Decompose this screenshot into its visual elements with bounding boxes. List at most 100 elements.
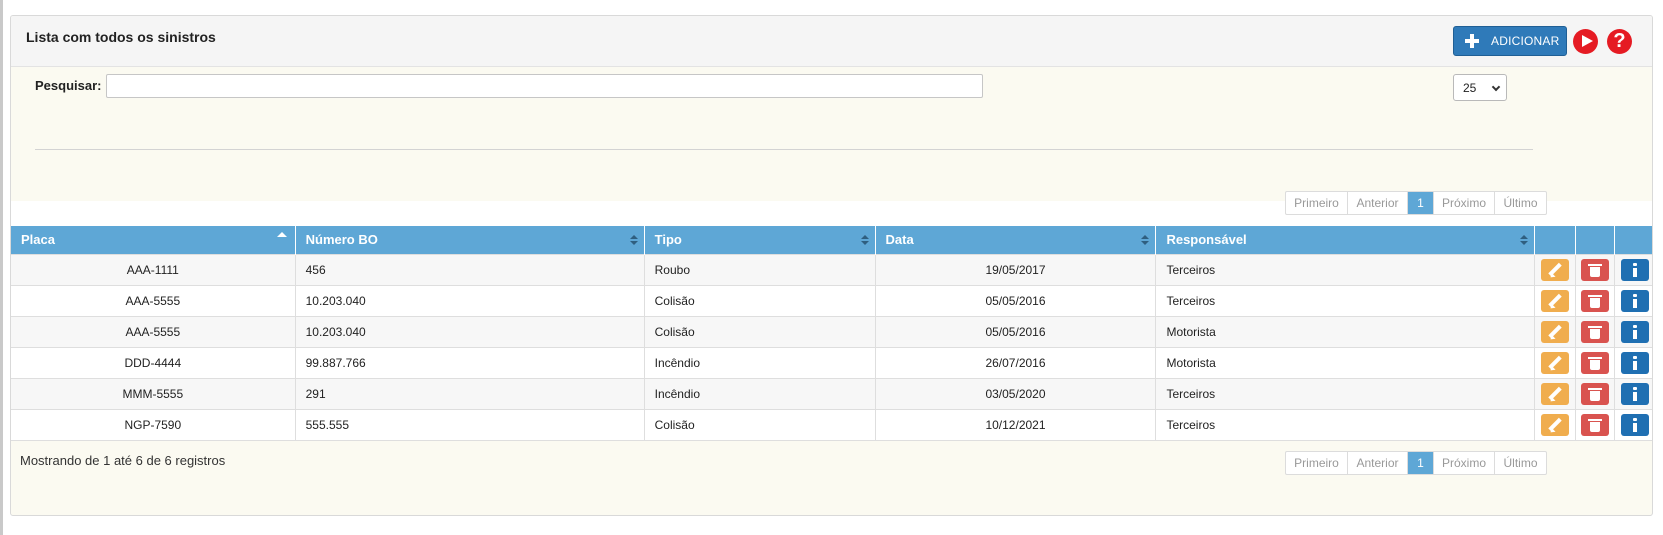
cell-placa: AAA-5555 bbox=[11, 284, 296, 316]
pagination-top: Primeiro Anterior 1 Próximo Último bbox=[1285, 191, 1547, 215]
column-header-label: Tipo bbox=[654, 232, 682, 248]
left-edge bbox=[0, 0, 3, 535]
delete-button[interactable] bbox=[1580, 413, 1609, 436]
cell-responsavel: Motorista bbox=[1155, 346, 1535, 378]
cell-placa: AAA-1111 bbox=[11, 253, 296, 285]
add-button[interactable]: ADICIONAR bbox=[1453, 26, 1567, 56]
cell-delete bbox=[1574, 346, 1615, 378]
divider bbox=[35, 149, 1533, 150]
info-icon bbox=[1621, 321, 1649, 343]
info-button[interactable] bbox=[1620, 413, 1649, 436]
column-header-label: Data bbox=[885, 232, 914, 248]
column-header-responsavel[interactable]: Responsável bbox=[1155, 226, 1535, 254]
info-button[interactable] bbox=[1620, 320, 1649, 343]
cell-delete bbox=[1574, 253, 1615, 285]
cell-delete bbox=[1574, 284, 1615, 316]
cell-responsavel: Motorista bbox=[1155, 315, 1535, 347]
chevron-down-icon bbox=[1491, 82, 1501, 92]
info-icon bbox=[1621, 290, 1649, 312]
pagination-last[interactable]: Último bbox=[1494, 192, 1546, 214]
info-button[interactable] bbox=[1620, 382, 1649, 405]
pagination-page-current[interactable]: 1 bbox=[1407, 452, 1433, 474]
column-header-delete bbox=[1574, 226, 1615, 254]
edit-button[interactable] bbox=[1540, 382, 1569, 405]
cell-numero-bo: 99.887.766 bbox=[294, 346, 645, 378]
column-header-label: Número BO bbox=[305, 232, 378, 248]
panel-header: Lista com todos os sinistros ADICIONAR ? bbox=[11, 16, 1652, 67]
column-header-info bbox=[1614, 226, 1652, 254]
help-icon[interactable]: ? bbox=[1607, 29, 1632, 54]
cell-numero-bo: 10.203.040 bbox=[294, 315, 645, 347]
cell-info bbox=[1614, 408, 1652, 441]
pagination-next[interactable]: Próximo bbox=[1433, 452, 1494, 474]
column-header-numero-bo[interactable]: Número BO bbox=[294, 226, 645, 254]
pagination-first[interactable]: Primeiro bbox=[1286, 452, 1347, 474]
cell-info bbox=[1614, 253, 1652, 285]
pagination-previous[interactable]: Anterior bbox=[1347, 452, 1407, 474]
table-row: DDD-4444 99.887.766 Incêndio 26/07/2016 … bbox=[11, 346, 1652, 378]
edit-button[interactable] bbox=[1540, 258, 1569, 281]
cell-delete bbox=[1574, 408, 1615, 441]
edit-button[interactable] bbox=[1540, 289, 1569, 312]
cell-tipo: Roubo bbox=[643, 253, 876, 285]
cell-responsavel: Terceiros bbox=[1155, 253, 1535, 285]
cell-placa: AAA-5555 bbox=[11, 315, 296, 347]
sort-icon bbox=[1141, 235, 1150, 245]
table-row: NGP-7590 555.555 Colisão 10/12/2021 Terc… bbox=[11, 408, 1652, 441]
info-button[interactable] bbox=[1620, 258, 1649, 281]
cell-delete bbox=[1574, 315, 1615, 347]
column-header-placa[interactable]: Placa bbox=[11, 226, 296, 254]
cell-tipo: Colisão bbox=[643, 408, 876, 441]
cell-info bbox=[1614, 284, 1652, 316]
column-header-edit bbox=[1534, 226, 1576, 254]
add-button-label: ADICIONAR bbox=[1491, 34, 1560, 48]
sort-icon bbox=[860, 235, 869, 245]
column-header-tipo[interactable]: Tipo bbox=[643, 226, 876, 254]
cell-data: 03/05/2020 bbox=[874, 377, 1156, 409]
search-label: Pesquisar: bbox=[35, 78, 102, 93]
cell-info bbox=[1614, 346, 1652, 378]
pencil-icon bbox=[1541, 321, 1569, 343]
edit-button[interactable] bbox=[1540, 320, 1569, 343]
table-row: AAA-5555 10.203.040 Colisão 05/05/2016 M… bbox=[11, 315, 1652, 347]
column-header-data[interactable]: Data bbox=[874, 226, 1156, 254]
pagination-next[interactable]: Próximo bbox=[1433, 192, 1494, 214]
cell-numero-bo: 456 bbox=[294, 253, 645, 285]
pagination-page-current[interactable]: 1 bbox=[1407, 192, 1433, 214]
sort-icon bbox=[629, 235, 638, 245]
cell-data: 05/05/2016 bbox=[874, 284, 1156, 316]
cell-edit bbox=[1534, 284, 1576, 316]
cell-data: 19/05/2017 bbox=[874, 253, 1156, 285]
pagination-first[interactable]: Primeiro bbox=[1286, 192, 1347, 214]
play-icon[interactable] bbox=[1573, 29, 1598, 54]
pencil-icon bbox=[1541, 352, 1569, 374]
page-size-value: 25 bbox=[1463, 80, 1477, 95]
page-size-select[interactable]: 25 bbox=[1453, 74, 1507, 101]
sort-icon bbox=[1520, 235, 1529, 245]
info-icon bbox=[1621, 383, 1649, 405]
cell-tipo: Colisão bbox=[643, 284, 876, 316]
cell-delete bbox=[1574, 377, 1615, 409]
sort-asc-icon bbox=[276, 232, 287, 237]
cell-placa: NGP-7590 bbox=[11, 408, 296, 441]
pagination-last[interactable]: Último bbox=[1494, 452, 1546, 474]
search-input[interactable] bbox=[106, 74, 983, 98]
delete-button[interactable] bbox=[1580, 320, 1609, 343]
page-title: Lista com todos os sinistros bbox=[26, 29, 216, 45]
info-icon bbox=[1621, 414, 1649, 436]
cell-edit bbox=[1534, 253, 1576, 285]
info-icon bbox=[1621, 352, 1649, 374]
cell-tipo: Incêndio bbox=[643, 377, 876, 409]
info-button[interactable] bbox=[1620, 351, 1649, 374]
table-row: AAA-1111 456 Roubo 19/05/2017 Terceiros bbox=[11, 253, 1652, 285]
delete-button[interactable] bbox=[1580, 258, 1609, 281]
delete-button[interactable] bbox=[1580, 351, 1609, 374]
info-button[interactable] bbox=[1620, 289, 1649, 312]
edit-button[interactable] bbox=[1540, 413, 1569, 436]
delete-button[interactable] bbox=[1580, 382, 1609, 405]
delete-button[interactable] bbox=[1580, 289, 1609, 312]
cell-placa: DDD-4444 bbox=[11, 346, 296, 378]
cell-numero-bo: 555.555 bbox=[294, 408, 645, 441]
edit-button[interactable] bbox=[1540, 351, 1569, 374]
pagination-previous[interactable]: Anterior bbox=[1347, 192, 1407, 214]
